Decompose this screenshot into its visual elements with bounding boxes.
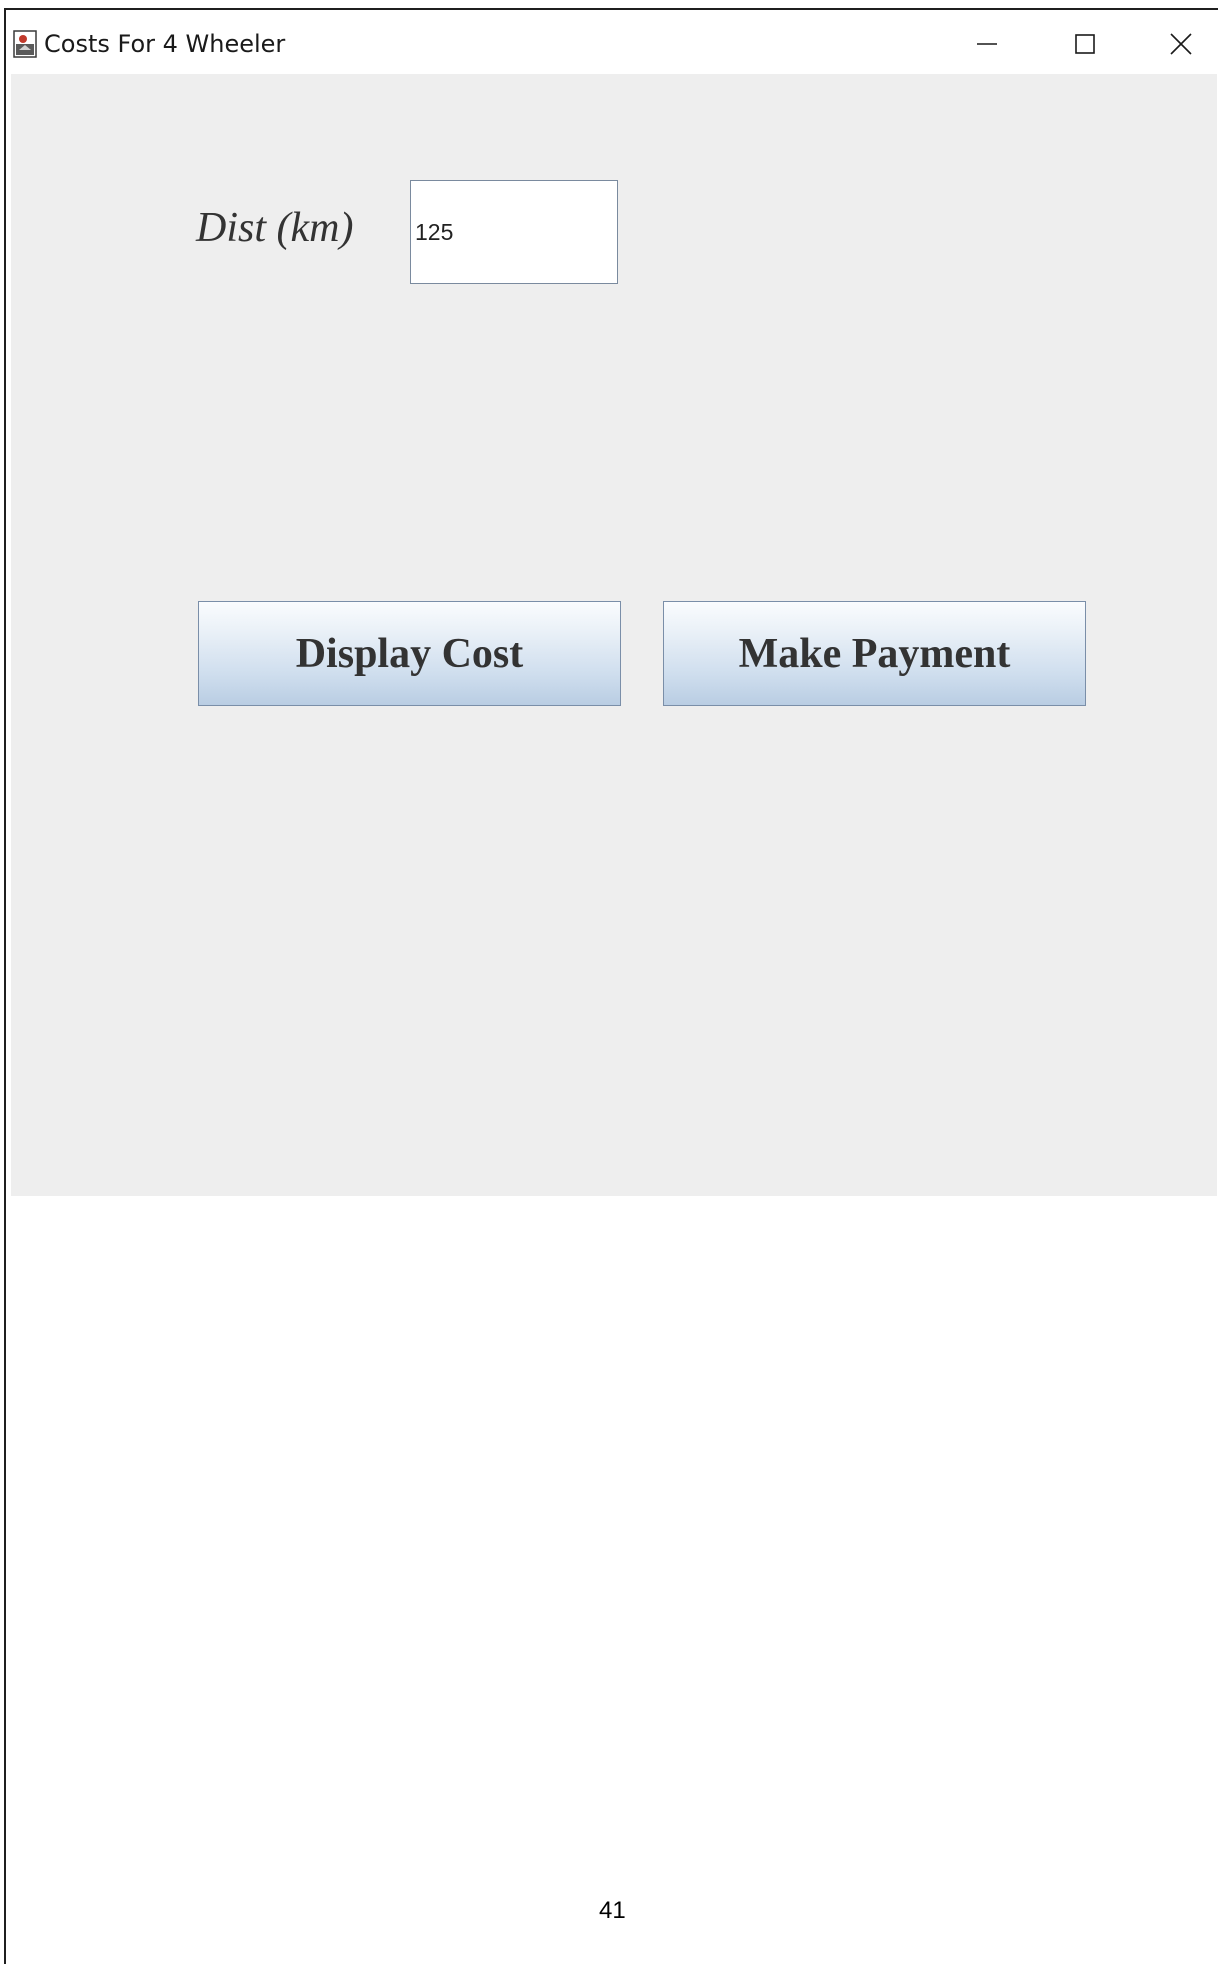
distance-input[interactable] <box>410 180 618 284</box>
close-icon <box>1168 31 1194 57</box>
window-title: Costs For 4 Wheeler <box>44 30 286 58</box>
maximize-button[interactable] <box>1037 14 1133 74</box>
close-button[interactable] <box>1133 14 1220 74</box>
document-page: Costs For 4 Wheeler Dist (km) Display C <box>0 0 1220 1964</box>
app-window: Costs For 4 Wheeler Dist (km) Display C <box>11 14 1217 1198</box>
make-payment-button[interactable]: Make Payment <box>663 601 1086 706</box>
minimize-icon <box>975 32 999 56</box>
content-panel: Dist (km) Display Cost Make Payment <box>11 74 1217 1196</box>
distance-label: Dist (km) <box>196 205 354 251</box>
display-cost-button[interactable]: Display Cost <box>198 601 621 706</box>
java-app-icon <box>13 30 37 58</box>
maximize-icon <box>1073 32 1097 56</box>
minimize-button[interactable] <box>939 14 1035 74</box>
title-bar[interactable]: Costs For 4 Wheeler <box>11 14 1217 74</box>
page-number: 41 <box>599 1897 626 1924</box>
